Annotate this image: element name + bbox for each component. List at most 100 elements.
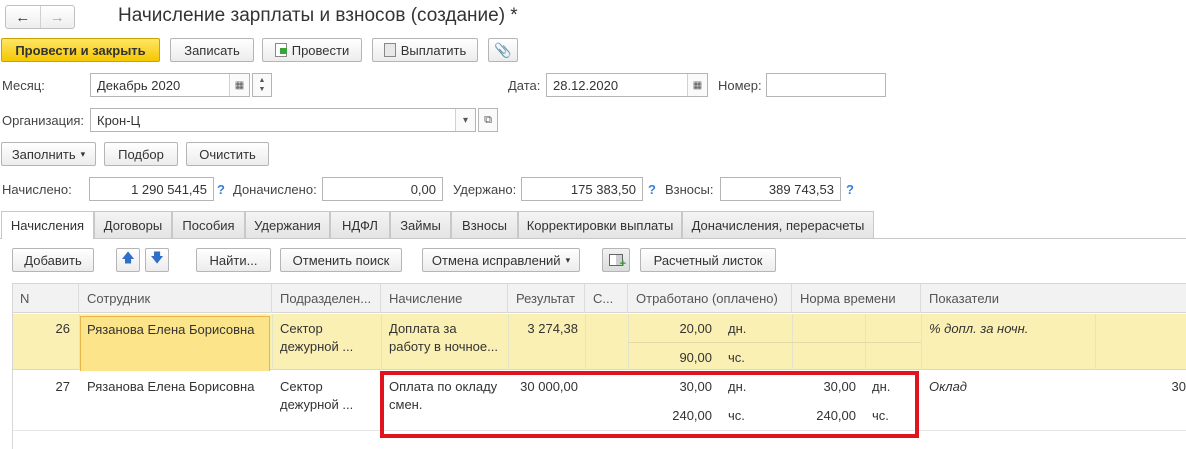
cancel-corrections-dropdown-icon: ▾	[565, 254, 571, 265]
row-divider	[585, 314, 586, 370]
spinner-up-icon[interactable]: ▲	[259, 76, 266, 85]
tab-payment-corrections[interactable]: Корректировки выплаты	[518, 211, 682, 238]
date-calendar-icon[interactable]: ▦	[687, 74, 707, 96]
open-organization-icon[interactable]: ⧉	[478, 108, 498, 132]
tab-benefits[interactable]: Пособия	[172, 211, 245, 238]
clear-button[interactable]: Очистить	[186, 142, 269, 166]
col-s[interactable]: С...	[585, 284, 628, 313]
col-result[interactable]: Результат	[508, 284, 585, 313]
date-field[interactable]: 28.12.2020 ▦	[546, 73, 708, 97]
paperclip-icon: 📎	[494, 41, 512, 58]
col-n[interactable]: N	[12, 284, 79, 313]
department-line-2: дежурной ...	[280, 339, 354, 354]
tab-loans[interactable]: Займы	[390, 211, 451, 238]
extra-accrued-field[interactable]: 0,00	[322, 177, 443, 201]
back-arrow-icon[interactable]: ←	[6, 6, 41, 28]
fill-button[interactable]: Заполнить ▾	[1, 142, 96, 166]
tabs-baseline	[0, 238, 1186, 239]
worked-hours-unit: чс.	[728, 350, 745, 365]
cancel-corrections-label: Отмена исправлений	[431, 252, 561, 268]
col-norm[interactable]: Норма времени	[792, 284, 921, 313]
accrued-help-icon[interactable]: ?	[217, 182, 225, 197]
withheld-field[interactable]: 175 383,50	[521, 177, 643, 201]
attach-button[interactable]: 📎	[488, 38, 518, 62]
arrow-up-icon: 🡅	[121, 250, 135, 265]
employee-cell[interactable]: Рязанова Елена Борисовна	[87, 379, 270, 394]
add-button[interactable]: Добавить	[12, 248, 94, 272]
col-employee[interactable]: Сотрудник	[79, 284, 272, 313]
month-value: Декабрь 2020	[97, 77, 181, 93]
extra-accrued-label: Доначислено:	[233, 182, 317, 197]
department-line-1: Сектор	[280, 379, 323, 394]
save-button[interactable]: Записать	[170, 38, 254, 62]
accrual-line-2: работу в ночное...	[389, 339, 498, 354]
col-department[interactable]: Подразделен...	[272, 284, 381, 313]
department-line-1: Сектор	[280, 321, 323, 336]
find-button[interactable]: Найти...	[196, 248, 271, 272]
month-spinner[interactable]: ▲ ▼	[252, 73, 272, 97]
pay-button[interactable]: Выплатить	[372, 38, 478, 62]
row-divider	[921, 314, 922, 370]
post-button[interactable]: Провести	[262, 38, 362, 62]
contributions-label: Взносы:	[665, 182, 714, 197]
organization-label: Организация:	[2, 113, 85, 128]
move-up-button[interactable]: 🡅	[116, 248, 140, 272]
payslip-button[interactable]: Расчетный листок	[640, 248, 776, 272]
row-divider	[381, 314, 382, 370]
tab-contributions[interactable]: Взносы	[451, 211, 518, 238]
col-accrual[interactable]: Начисление	[381, 284, 508, 313]
tab-deductions[interactable]: Удержания	[245, 211, 330, 238]
contributions-field[interactable]: 389 743,53	[720, 177, 841, 201]
arrow-down-icon: 🡇	[150, 250, 164, 265]
forward-arrow-icon[interactable]: →	[41, 6, 75, 28]
calendar-icon[interactable]: ▦	[229, 74, 249, 96]
accrued-field[interactable]: 1 290 541,45	[89, 177, 214, 201]
month-label: Месяц:	[2, 78, 45, 93]
pay-button-label: Выплатить	[400, 42, 467, 58]
withheld-label: Удержано:	[453, 182, 517, 197]
col-indicators[interactable]: Показатели	[921, 284, 1186, 313]
employee-cell[interactable]: Рязанова Елена Борисовна	[80, 316, 270, 372]
cancel-search-button[interactable]: Отменить поиск	[280, 248, 402, 272]
tab-ndfl[interactable]: НДФЛ	[330, 211, 390, 238]
tab-contracts[interactable]: Договоры	[94, 211, 172, 238]
table-settings-button[interactable]: +	[602, 248, 630, 272]
date-label: Дата:	[508, 78, 541, 93]
post-and-close-button[interactable]: Провести и закрыть	[1, 38, 160, 62]
col-worked[interactable]: Отработано (оплачено)	[628, 284, 792, 313]
move-down-button[interactable]: 🡇	[145, 248, 169, 272]
dropdown-icon[interactable]: ▾	[455, 109, 475, 131]
row-divider	[272, 314, 273, 370]
worked-days: 20,00	[679, 321, 712, 336]
accrued-label: Начислено:	[2, 182, 72, 197]
cancel-corrections-button[interactable]: Отмена исправлений ▾	[422, 248, 580, 272]
tab-recalculations[interactable]: Доначисления, перерасчеты	[682, 211, 874, 238]
spinner-down-icon[interactable]: ▼	[259, 85, 266, 94]
indicator-name: % допл. за ночн.	[929, 321, 1029, 336]
number-field[interactable]	[766, 73, 886, 97]
post-document-icon	[274, 43, 287, 57]
table-add-icon: +	[609, 254, 626, 270]
organization-value: Крон-Ц	[97, 112, 141, 128]
tab-accruals[interactable]: Начисления	[1, 211, 94, 239]
date-value: 28.12.2020	[553, 77, 619, 93]
contributions-help-icon[interactable]: ?	[846, 182, 854, 197]
worked-days-unit: дн.	[728, 321, 747, 336]
row-number: 27	[55, 379, 70, 394]
pay-document-icon	[383, 43, 396, 57]
indicator-value: 30	[1171, 379, 1186, 394]
withheld-help-icon[interactable]: ?	[648, 182, 656, 197]
row-divider	[1095, 314, 1096, 370]
highlight-box	[380, 371, 919, 438]
row-divider	[508, 314, 509, 370]
row-subdivider	[628, 342, 921, 343]
fill-button-label: Заполнить	[11, 146, 76, 162]
select-button[interactable]: Подбор	[104, 142, 178, 166]
grid-header: N Сотрудник Подразделен... Начисление Ре…	[12, 283, 1186, 313]
result-value: 3 274,38	[527, 321, 578, 336]
indicator-name: Оклад	[929, 379, 967, 394]
nav-arrows: ← →	[5, 5, 75, 29]
row-number: 26	[55, 321, 70, 336]
organization-field[interactable]: Крон-Ц ▾	[90, 108, 476, 132]
month-field[interactable]: Декабрь 2020 ▦	[90, 73, 250, 97]
